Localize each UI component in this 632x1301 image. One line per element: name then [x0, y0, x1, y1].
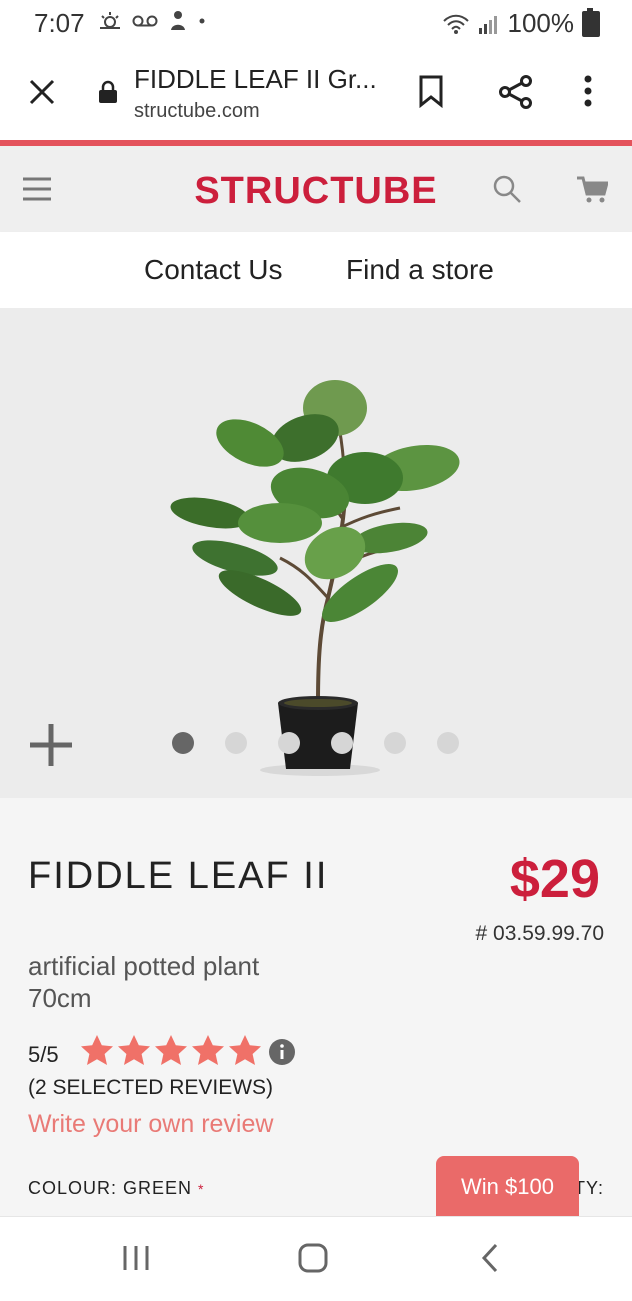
- more-vert-icon: [584, 75, 592, 107]
- wifi-icon: [442, 14, 469, 34]
- signal-icon: [478, 15, 497, 34]
- star-icon: [192, 1035, 224, 1065]
- contact-us-link[interactable]: Contact Us: [144, 254, 283, 286]
- page-title[interactable]: FIDDLE LEAF II Gr...: [134, 64, 377, 95]
- sub-navigation: Contact Us Find a store: [0, 232, 632, 308]
- product-info: FIDDLE LEAF II artificial potted plant 7…: [0, 798, 632, 1218]
- rating-stars[interactable]: [80, 1034, 262, 1066]
- lock-icon: [99, 80, 117, 103]
- voicemail-icon: [132, 15, 158, 27]
- reviews-count[interactable]: (2 SELECTED REVIEWS): [28, 1076, 273, 1100]
- search-button[interactable]: [492, 174, 522, 209]
- zoom-button[interactable]: [28, 722, 74, 773]
- status-time: 7:07: [34, 8, 85, 38]
- back-icon: [481, 1243, 498, 1273]
- gallery-dot-5[interactable]: [384, 732, 406, 754]
- share-icon: [499, 75, 532, 109]
- win-100-button[interactable]: Win $100: [436, 1156, 579, 1218]
- home-button[interactable]: [298, 1243, 328, 1278]
- search-icon: [493, 175, 521, 203]
- gallery-pagination: [172, 732, 459, 754]
- gallery-dot-4[interactable]: [331, 732, 353, 754]
- rating-score: 5/5: [28, 1042, 59, 1067]
- rating-info-button[interactable]: [268, 1038, 296, 1071]
- cart-button[interactable]: [576, 176, 609, 209]
- battery-icon: [582, 7, 600, 37]
- product-price: $29: [509, 849, 600, 909]
- bookmark-button[interactable]: [416, 74, 446, 113]
- structube-logo[interactable]: STRUCTUBE: [0, 170, 632, 213]
- browser-toolbar: FIDDLE LEAF II Gr... structube.com: [0, 46, 632, 140]
- app-notification-icon: [171, 11, 185, 30]
- product-sku: # 03.59.99.70: [475, 922, 604, 945]
- page-url[interactable]: structube.com: [134, 100, 260, 123]
- recent-apps-icon: [123, 1246, 149, 1270]
- product-name: FIDDLE LEAF II: [28, 855, 329, 897]
- site-header: STRUCTUBE: [0, 146, 632, 232]
- cart-icon: [577, 176, 609, 203]
- close-tab-button[interactable]: [24, 74, 60, 110]
- bookmark-icon: [419, 75, 443, 109]
- product-gallery[interactable]: [0, 308, 632, 798]
- weather-icon: [100, 12, 120, 29]
- close-icon: [29, 79, 55, 105]
- write-review-link[interactable]: Write your own review: [28, 1110, 273, 1139]
- required-mark: *: [198, 1181, 205, 1197]
- star-icon: [155, 1035, 187, 1065]
- find-store-link[interactable]: Find a store: [346, 254, 494, 286]
- colour-label: COLOUR: GREEN *: [28, 1178, 205, 1199]
- info-icon: [269, 1039, 295, 1065]
- gallery-dot-2[interactable]: [225, 732, 247, 754]
- status-right: 100%: [442, 7, 600, 39]
- gallery-dot-6[interactable]: [437, 732, 459, 754]
- recent-apps-button[interactable]: [120, 1243, 152, 1278]
- product-image[interactable]: [160, 378, 470, 778]
- home-icon: [298, 1243, 328, 1273]
- gallery-dot-3[interactable]: [278, 732, 300, 754]
- gallery-dot-1[interactable]: [172, 732, 194, 754]
- browser-menu-button[interactable]: [582, 74, 594, 113]
- product-description: artificial potted plant 70cm: [28, 951, 260, 1013]
- star-icon: [118, 1035, 150, 1065]
- star-icon: [81, 1035, 113, 1065]
- system-nav-bar: [0, 1216, 632, 1301]
- star-icon: [229, 1035, 261, 1065]
- more-notifications-icon: [199, 18, 205, 24]
- notification-icons: [98, 10, 206, 32]
- colour-label-text: COLOUR: GREEN: [28, 1178, 193, 1198]
- plus-icon: [30, 724, 72, 766]
- back-button[interactable]: [480, 1243, 500, 1278]
- battery-percent: 100%: [507, 8, 575, 38]
- share-button[interactable]: [498, 74, 534, 115]
- status-bar: 7:07 100%: [0, 0, 632, 46]
